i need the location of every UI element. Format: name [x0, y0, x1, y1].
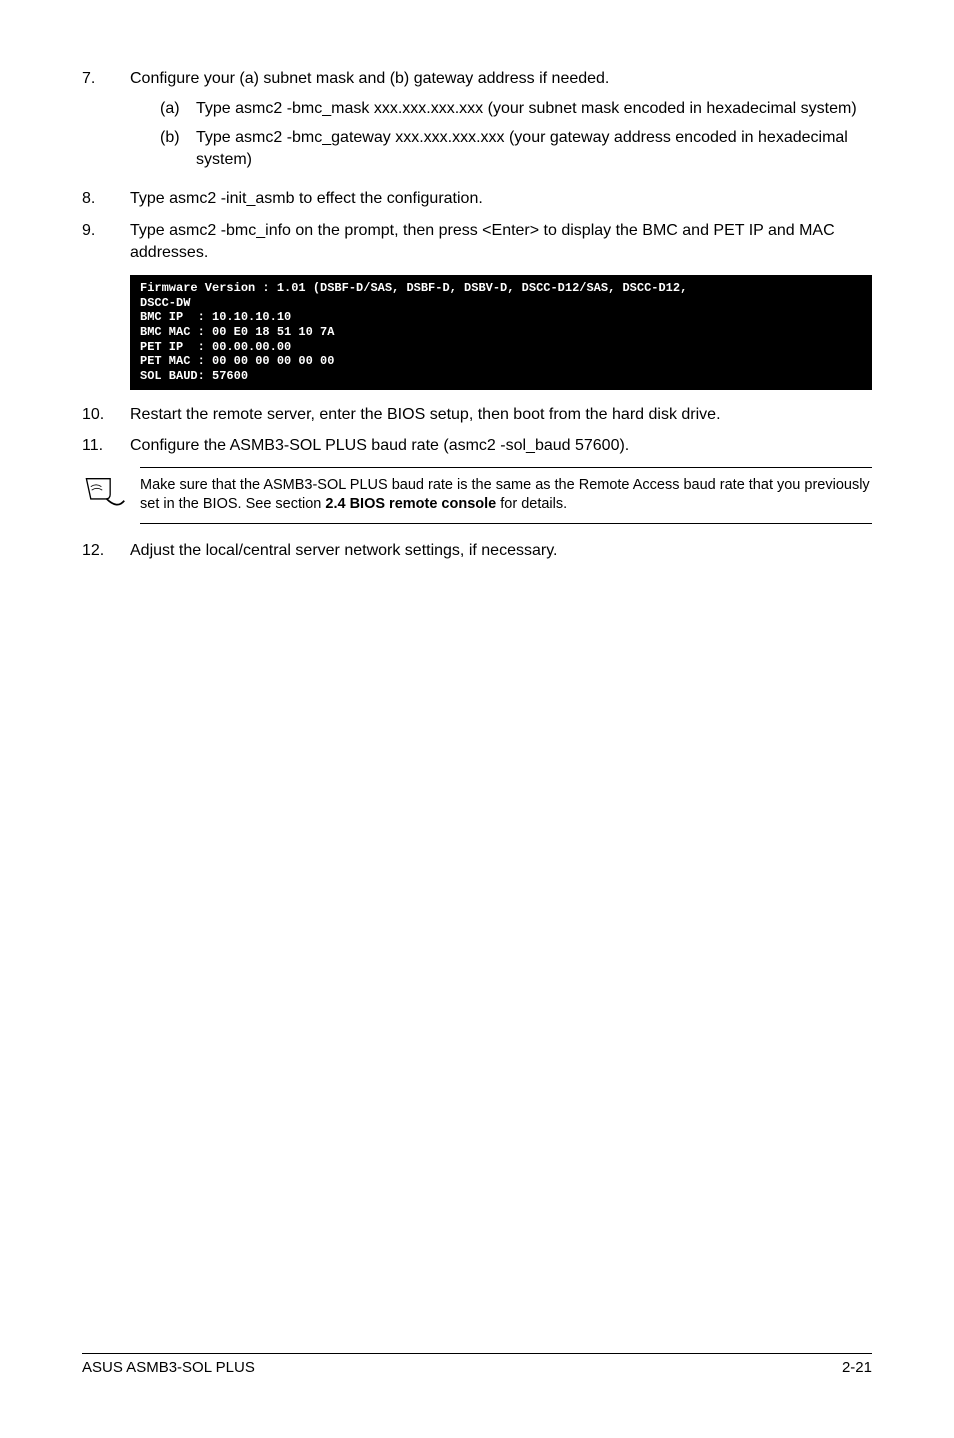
- step-number: 12.: [82, 540, 130, 562]
- step-text: Adjust the local/central server network …: [130, 540, 872, 562]
- step-text: Type asmc2 -init_asmb to effect the conf…: [130, 188, 872, 210]
- page-footer: ASUS ASMB3-SOL PLUS 2-21: [82, 1353, 872, 1378]
- substep-letter: (a): [160, 98, 196, 120]
- footer-left: ASUS ASMB3-SOL PLUS: [82, 1358, 255, 1378]
- step-10: 10. Restart the remote server, enter the…: [82, 404, 872, 426]
- step-number: 9.: [82, 220, 130, 263]
- step-text: Restart the remote server, enter the BIO…: [130, 404, 872, 426]
- note-part2: for details.: [496, 496, 567, 512]
- note-text: Make sure that the ASMB3-SOL PLUS baud r…: [140, 467, 872, 524]
- step-text: Configure the ASMB3-SOL PLUS baud rate (…: [130, 435, 872, 457]
- note-icon: [82, 467, 140, 516]
- substep-b: (b) Type asmc2 -bmc_gateway xxx.xxx.xxx.…: [160, 127, 872, 170]
- step-7: 7. Configure your (a) subnet mask and (b…: [82, 68, 872, 178]
- substep-letter: (b): [160, 127, 196, 170]
- step-12: 12. Adjust the local/central server netw…: [82, 540, 872, 562]
- step-number: 10.: [82, 404, 130, 426]
- terminal-output: Firmware Version : 1.01 (DSBF-D/SAS, DSB…: [130, 275, 872, 389]
- step-number: 8.: [82, 188, 130, 210]
- footer-right: 2-21: [842, 1358, 872, 1378]
- step-number: 7.: [82, 68, 130, 178]
- step-text: Configure your (a) subnet mask and (b) g…: [130, 68, 872, 90]
- substep-text: Type asmc2 -bmc_gateway xxx.xxx.xxx.xxx …: [196, 127, 872, 170]
- note-bold: 2.4 BIOS remote console: [325, 496, 496, 512]
- step-11: 11. Configure the ASMB3-SOL PLUS baud ra…: [82, 435, 872, 457]
- substep-text: Type asmc2 -bmc_mask xxx.xxx.xxx.xxx (yo…: [196, 98, 872, 120]
- step-number: 11.: [82, 435, 130, 457]
- step-9: 9. Type asmc2 -bmc_info on the prompt, t…: [82, 220, 872, 263]
- step-8: 8. Type asmc2 -init_asmb to effect the c…: [82, 188, 872, 210]
- substep-a: (a) Type asmc2 -bmc_mask xxx.xxx.xxx.xxx…: [160, 98, 872, 120]
- step-text: Type asmc2 -bmc_info on the prompt, then…: [130, 220, 872, 263]
